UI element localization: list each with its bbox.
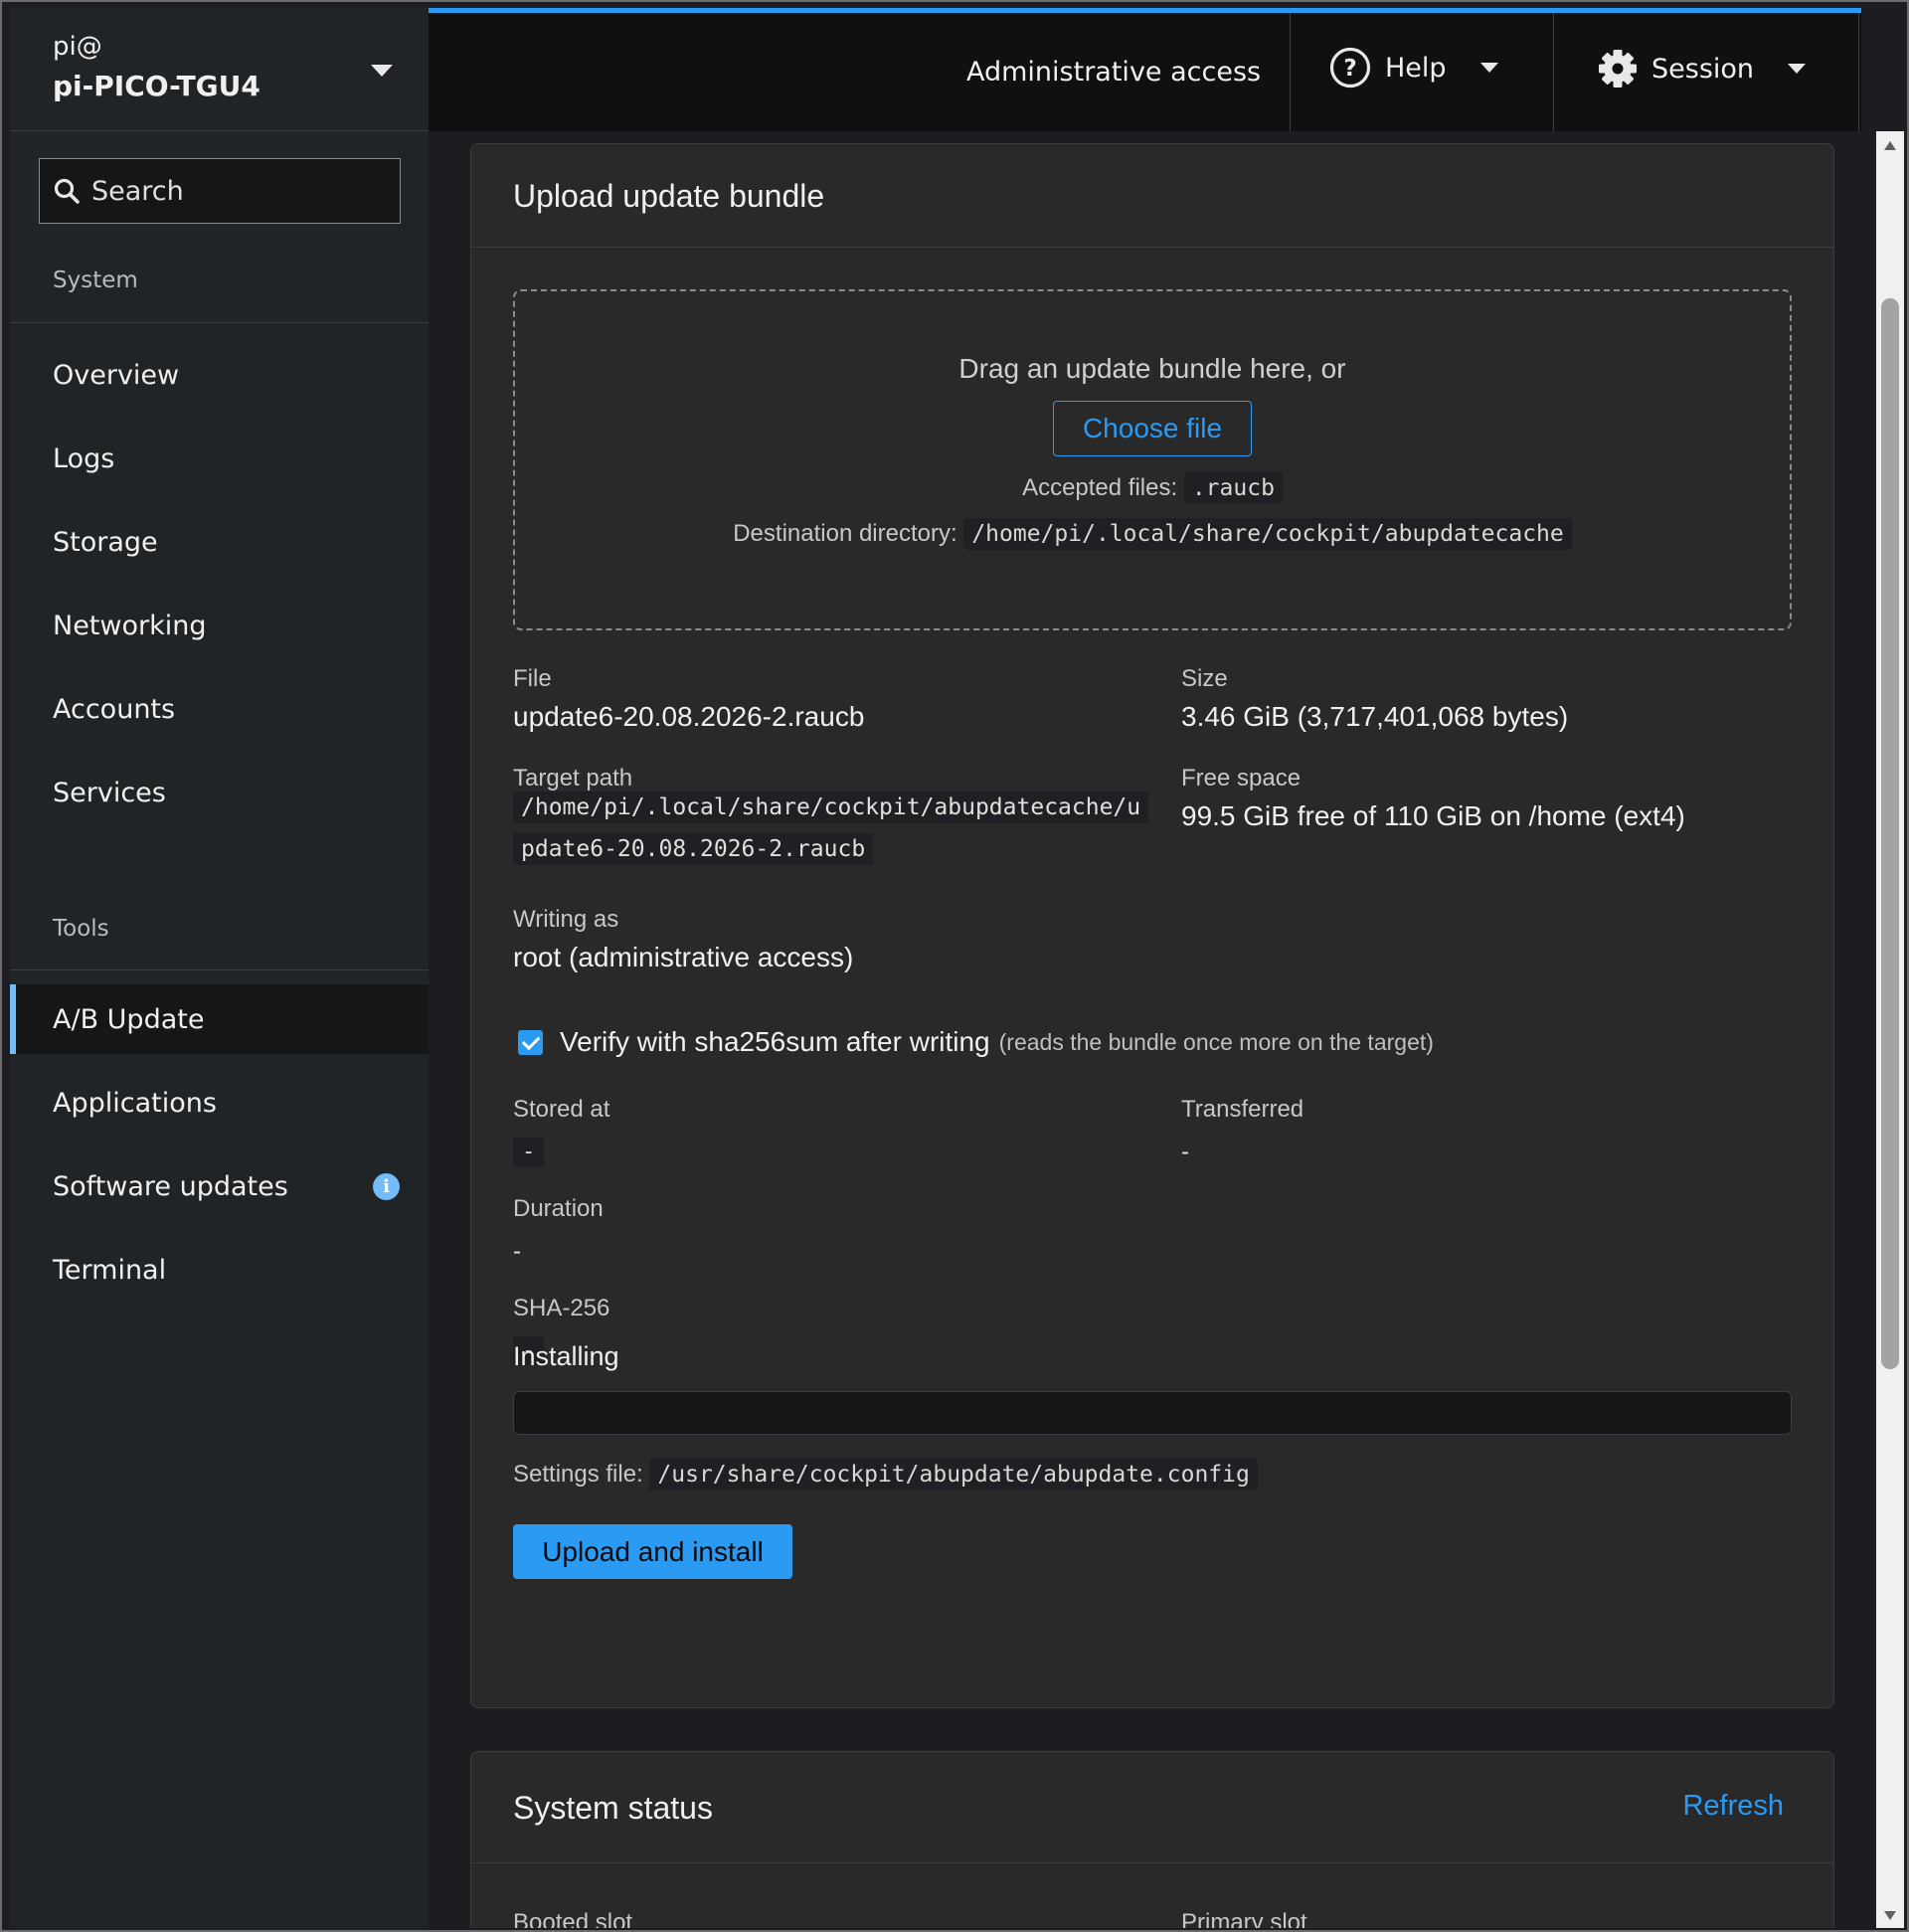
nav-section-system: System [10, 267, 429, 323]
duration-value: - [513, 1238, 521, 1265]
scrollbar-thumb[interactable] [1881, 298, 1899, 1369]
administrative-access-button[interactable]: Administrative access [966, 57, 1261, 88]
destination-directory-value: /home/pi/.local/share/cockpit/abupdateca… [963, 518, 1572, 550]
help-icon: ? [1329, 47, 1371, 88]
size-label: Size [1181, 665, 1228, 692]
transferred-value: - [1181, 1139, 1189, 1165]
chevron-down-icon[interactable] [371, 65, 393, 77]
upload-bundle-card: Upload update bundle Drag an update bund… [470, 143, 1834, 1708]
file-value: update6-20.08.2026-2.raucb [513, 701, 865, 732]
target-path-line: /home/pi/.local/share/cockpit/abupdateca… [513, 791, 1149, 823]
app-window: pi@ pi-PICO-TGU4 System Overview Logs St… [0, 0, 1909, 1932]
upload-and-install-button[interactable]: Upload and install [513, 1524, 792, 1579]
writing-as-label: Writing as [513, 906, 619, 933]
host-user: pi@ [53, 32, 102, 62]
sidebar-item-software-updates[interactable]: Software updates i [10, 1144, 429, 1228]
info-icon: i [373, 1173, 400, 1200]
card-title: System status [471, 1752, 1833, 1863]
size-value: 3.46 GiB (3,717,401,068 bytes) [1181, 701, 1569, 732]
install-progress-bar [513, 1391, 1792, 1435]
chevron-down-icon [1479, 63, 1498, 73]
main-content: Upload update bundle Drag an update bund… [429, 131, 1876, 1928]
sidebar-item-label: Software updates [53, 1170, 288, 1202]
accepted-files-label: Accepted files: [1022, 474, 1178, 501]
installing-label: Installing [513, 1341, 619, 1371]
session-label: Session [1651, 53, 1755, 85]
verify-option: Verify with sha256sum after writing (rea… [513, 1026, 1434, 1058]
sidebar-item-logs[interactable]: Logs [10, 417, 429, 500]
verify-label[interactable]: Verify with sha256sum after writing [560, 1026, 990, 1058]
card-title: Upload update bundle [471, 144, 1833, 248]
writing-as-value: root (administrative access) [513, 942, 854, 972]
target-path-value: /home/pi/.local/share/cockpit/abupdateca… [513, 787, 1149, 870]
sidebar-item-overview[interactable]: Overview [10, 333, 429, 417]
verify-checkbox[interactable] [518, 1029, 543, 1055]
refresh-button[interactable]: Refresh [1682, 1790, 1784, 1823]
sidebar-item-applications[interactable]: Applications [10, 1061, 429, 1144]
settings-file-label: Settings file: [513, 1461, 643, 1488]
sidebar-item-ab-update[interactable]: A/B Update [10, 984, 429, 1054]
sidebar-item-storage[interactable]: Storage [10, 500, 429, 584]
session-menu-button[interactable]: Session [1598, 49, 1807, 88]
sidebar-item-terminal[interactable]: Terminal [10, 1228, 429, 1312]
system-status-card: System status Refresh Booted slot Primar… [470, 1751, 1834, 1928]
search-box[interactable] [39, 158, 401, 224]
divider [1553, 13, 1554, 136]
destination-directory: Destination directory: /home/pi/.local/s… [515, 518, 1790, 550]
divider [1290, 13, 1291, 136]
chevron-down-icon [1788, 64, 1807, 74]
svg-text:?: ? [1343, 56, 1356, 82]
scroll-down-arrow-icon[interactable] [1884, 1911, 1896, 1920]
dropzone-text: Drag an update bundle here, or [958, 353, 1346, 384]
gear-icon [1599, 50, 1637, 88]
search-icon [54, 178, 80, 204]
stored-at-label: Stored at [513, 1096, 610, 1123]
settings-file: Settings file: /usr/share/cockpit/abupda… [513, 1459, 1258, 1491]
sidebar-item-networking[interactable]: Networking [10, 584, 429, 667]
nav-list-tools: A/B Update Applications Software updates… [10, 984, 429, 1312]
duration-label: Duration [513, 1195, 604, 1222]
vertical-scrollbar[interactable] [1876, 131, 1904, 1928]
scroll-up-arrow-icon[interactable] [1884, 141, 1896, 150]
top-bar: Administrative access ? Help Session [429, 8, 1861, 136]
accepted-files-value: .raucb [1183, 472, 1283, 504]
help-label: Help [1385, 52, 1447, 84]
free-space-value: 99.5 GiB free of 110 GiB on /home (ext4) [1181, 800, 1685, 831]
free-space-label: Free space [1181, 765, 1302, 791]
divider [1858, 13, 1859, 136]
sidebar: pi@ pi-PICO-TGU4 System Overview Logs St… [10, 8, 429, 1928]
verify-hint: (reads the bundle once more on the targe… [998, 1028, 1434, 1055]
sidebar-item-services[interactable]: Services [10, 751, 429, 834]
accepted-files: Accepted files: .raucb [515, 472, 1790, 504]
file-dropzone[interactable]: Drag an update bundle here, or Choose fi… [513, 289, 1792, 630]
search-input[interactable] [91, 175, 390, 207]
sidebar-item-accounts[interactable]: Accounts [10, 667, 429, 751]
transferred-label: Transferred [1181, 1096, 1304, 1123]
primary-slot-label: Primary slot [1181, 1909, 1307, 1928]
booted-slot-label: Booted slot [513, 1909, 633, 1928]
settings-file-value: /usr/share/cockpit/abupdate/abupdate.con… [649, 1459, 1258, 1491]
stored-at-value: - [513, 1138, 545, 1166]
file-label: File [513, 665, 552, 692]
sha256-label: SHA-256 [513, 1295, 610, 1321]
nav-list-system: Overview Logs Storage Networking Account… [10, 333, 429, 834]
help-menu-button[interactable]: ? Help [1329, 47, 1498, 88]
destination-directory-label: Destination directory: [733, 520, 957, 547]
choose-file-button[interactable]: Choose file [1052, 401, 1253, 456]
host-switcher[interactable]: pi@ pi-PICO-TGU4 [10, 8, 429, 131]
nav-section-tools: Tools [10, 916, 429, 970]
target-path-line: pdate6-20.08.2026-2.raucb [513, 833, 874, 865]
